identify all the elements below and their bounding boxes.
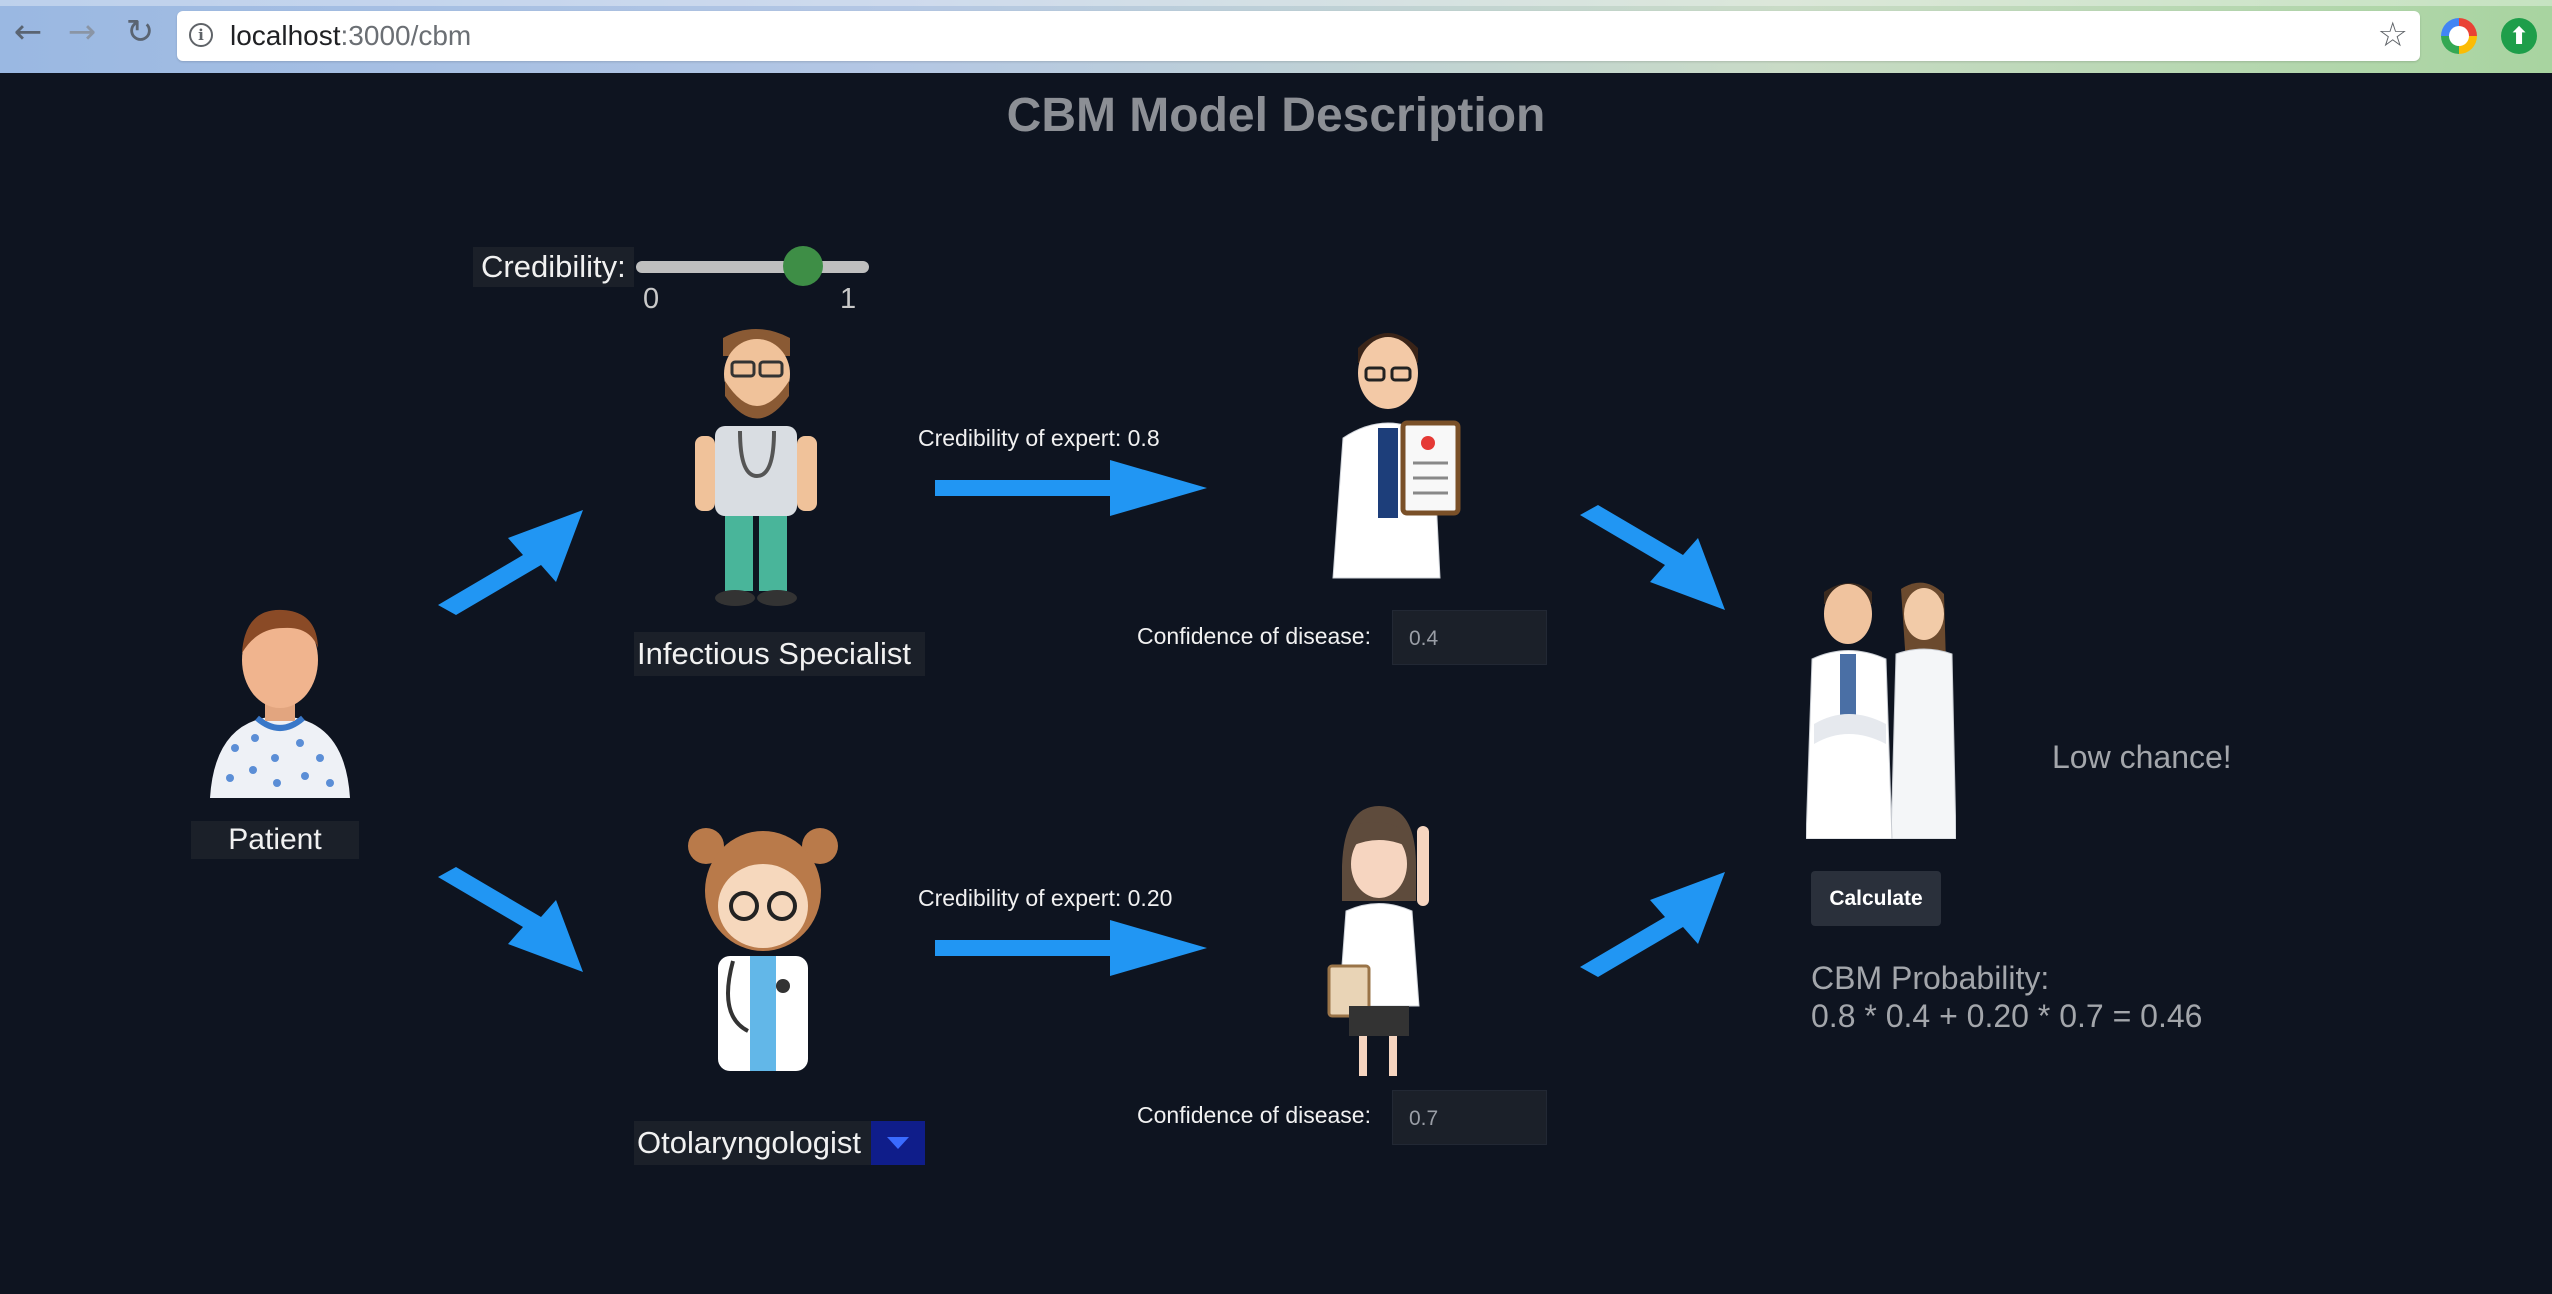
arrow-up-right-icon bbox=[438, 510, 583, 615]
expert-select-1[interactable]: Infectious Specialist bbox=[634, 632, 925, 676]
infectious-specialist-avatar-icon bbox=[695, 329, 817, 606]
otolaryngologist-avatar-icon bbox=[688, 828, 838, 1071]
arrow-down-right-icon bbox=[1580, 505, 1725, 610]
reload-icon[interactable]: ↻ bbox=[122, 14, 158, 50]
calculate-button[interactable]: Calculate bbox=[1811, 871, 1941, 926]
arrow-left-icon[interactable]: ← bbox=[10, 14, 46, 50]
arrow-right-icon bbox=[935, 460, 1207, 516]
slider-min-label: 0 bbox=[643, 283, 660, 315]
url-text[interactable]: localhost:3000/cbm bbox=[230, 20, 471, 52]
update-arrow-icon[interactable]: ⬆ bbox=[2501, 18, 2537, 54]
credibility-label: Credibility: bbox=[473, 247, 634, 287]
patient-label: Patient bbox=[191, 821, 359, 859]
expert-2-credibility-text: Credibility of expert: 0.20 bbox=[918, 885, 1173, 911]
expert-1-credibility-text: Credibility of expert: 0.8 bbox=[918, 425, 1160, 451]
url-host: localhost bbox=[230, 20, 341, 51]
confidence-label-2: Confidence of disease: bbox=[1137, 1102, 1371, 1128]
expert-select-1-value: Infectious Specialist bbox=[637, 636, 911, 671]
cbm-probability: CBM Probability: 0.8 * 0.4 + 0.20 * 0.7 … bbox=[1811, 959, 2202, 1035]
doctors-team-avatar-icon bbox=[1806, 582, 1956, 839]
credibility-slider-track[interactable] bbox=[636, 261, 869, 273]
doctor-female-avatar-icon bbox=[1327, 806, 1429, 1076]
extension-color-icon[interactable] bbox=[2441, 18, 2477, 54]
address-bar[interactable]: i localhost:3000/cbm ☆ bbox=[177, 11, 2420, 61]
confidence-input-2[interactable]: 0.7 bbox=[1392, 1090, 1547, 1145]
arrow-right-icon bbox=[935, 920, 1207, 976]
url-path: :3000/cbm bbox=[340, 20, 472, 51]
probability-formula: 0.8 * 0.4 + 0.20 * 0.7 = 0.46 bbox=[1811, 998, 2203, 1034]
star-icon[interactable]: ☆ bbox=[2378, 15, 2408, 55]
chance-result-text: Low chance! bbox=[2052, 739, 2232, 775]
arrow-right-icon[interactable]: → bbox=[64, 14, 100, 50]
browser-toolbar: ← → ↻ i localhost:3000/cbm ☆ ⬆ bbox=[0, 0, 2552, 73]
info-icon[interactable]: i bbox=[189, 23, 213, 47]
credibility-slider-thumb[interactable] bbox=[782, 246, 823, 286]
arrow-up-right-icon bbox=[1580, 872, 1725, 977]
confidence-label-1: Confidence of disease: bbox=[1137, 623, 1371, 649]
page-title: CBM Model Description bbox=[1006, 89, 1546, 142]
toolbar-highlight bbox=[0, 0, 2552, 6]
confidence-input-1[interactable]: 0.4 bbox=[1392, 610, 1547, 665]
expert-select-2[interactable]: Otolaryngologist bbox=[634, 1121, 925, 1165]
expert-select-2-value: Otolaryngologist bbox=[637, 1125, 862, 1160]
patient-avatar-icon bbox=[210, 609, 350, 798]
arrow-down-right-icon bbox=[438, 867, 583, 972]
slider-max-label: 1 bbox=[840, 283, 857, 315]
probability-label: CBM Probability: bbox=[1811, 960, 2050, 996]
chevron-down-icon[interactable] bbox=[871, 1121, 925, 1165]
doctor-male-avatar-icon bbox=[1332, 333, 1461, 579]
